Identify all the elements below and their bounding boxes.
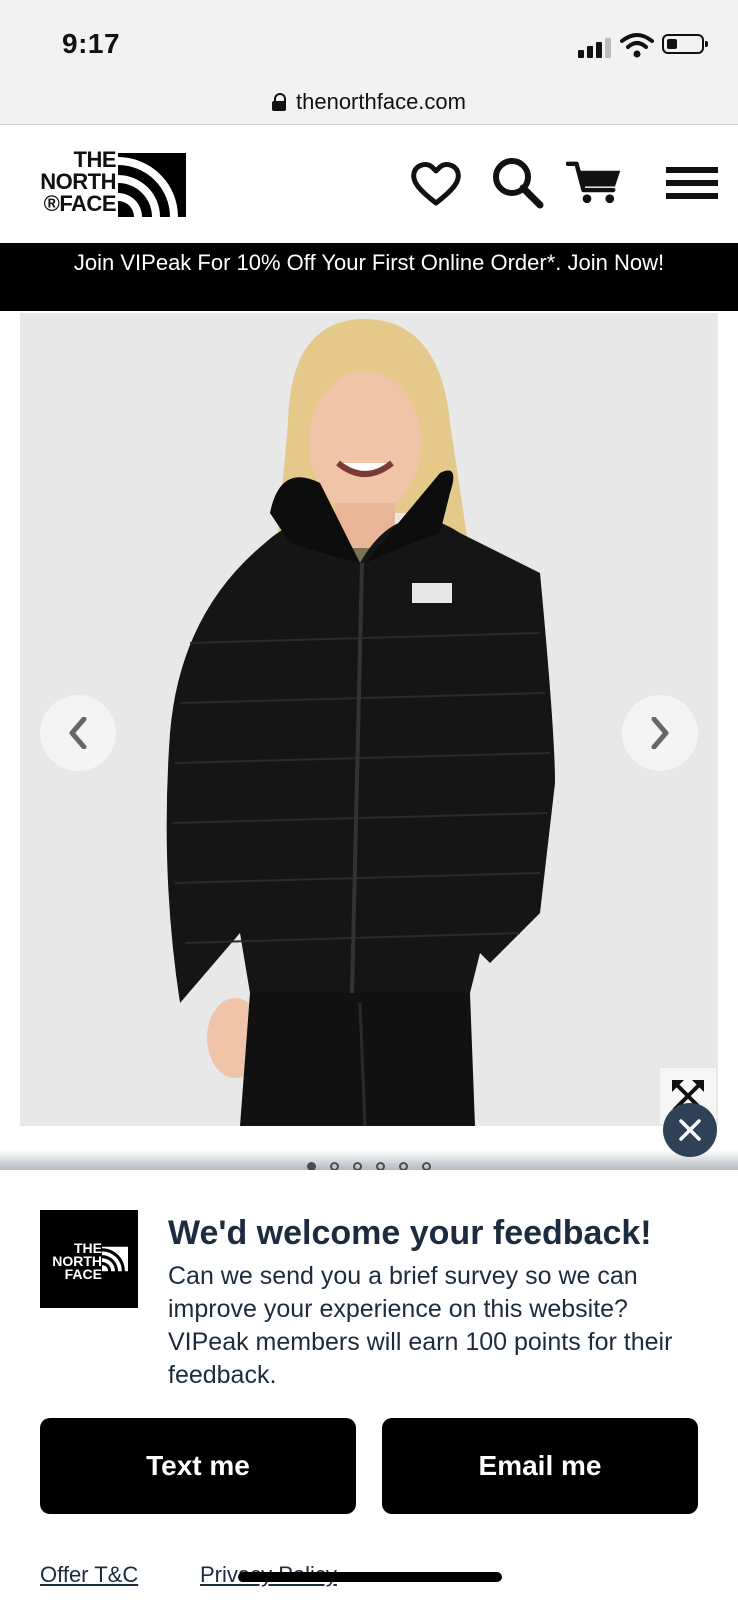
search-icon[interactable] [490, 155, 546, 211]
chevron-right-icon [651, 717, 669, 749]
survey-logo-dome-icon [102, 1246, 128, 1272]
status-time: 9:17 [62, 28, 121, 59]
logo-dome-icon [118, 153, 186, 217]
text-me-button[interactable]: Text me [40, 1418, 356, 1514]
product-photo [166, 318, 555, 1126]
heart-icon[interactable] [408, 155, 464, 211]
lock-icon [272, 93, 286, 111]
close-survey-button[interactable] [663, 1103, 717, 1157]
survey-logo-wordmark: THE NORTH FACE [52, 1240, 102, 1282]
address-bar[interactable]: thenorthface.com [0, 80, 738, 125]
email-me-button[interactable]: Email me [382, 1418, 698, 1514]
vipeak-promo-banner[interactable]: Join VIPeak For 10% Off Your First Onlin… [0, 243, 738, 311]
wifi-icon [620, 33, 654, 58]
survey-body: Can we send you a brief survey so we can… [168, 1262, 673, 1389]
sheet-shadow [0, 1150, 738, 1170]
feedback-survey-sheet: THE NORTH FACE We'd welcome your feedbac… [0, 1170, 738, 1600]
offer-terms-link[interactable]: Offer T&C [40, 1562, 138, 1588]
cart-icon[interactable] [566, 155, 622, 211]
close-icon [679, 1119, 701, 1141]
survey-logo: THE NORTH FACE [40, 1210, 138, 1308]
site-header: THE NORTH ®FACE [0, 125, 738, 243]
status-bar: 9:17 [0, 0, 738, 80]
survey-title: We'd welcome your feedback! [168, 1214, 652, 1252]
logo-wordmark: THE NORTH ®FACE [40, 147, 116, 216]
url-text: thenorthface.com [296, 89, 466, 114]
north-face-logo[interactable]: THE NORTH ®FACE [24, 147, 186, 219]
signal-icon [578, 36, 614, 58]
carousel-next-button[interactable] [622, 695, 698, 771]
home-indicator[interactable] [238, 1572, 502, 1582]
product-image[interactable] [20, 313, 718, 1126]
menu-icon[interactable] [664, 155, 720, 211]
chevron-left-icon [69, 717, 87, 749]
carousel-prev-button[interactable] [40, 695, 116, 771]
battery-icon [662, 34, 708, 54]
